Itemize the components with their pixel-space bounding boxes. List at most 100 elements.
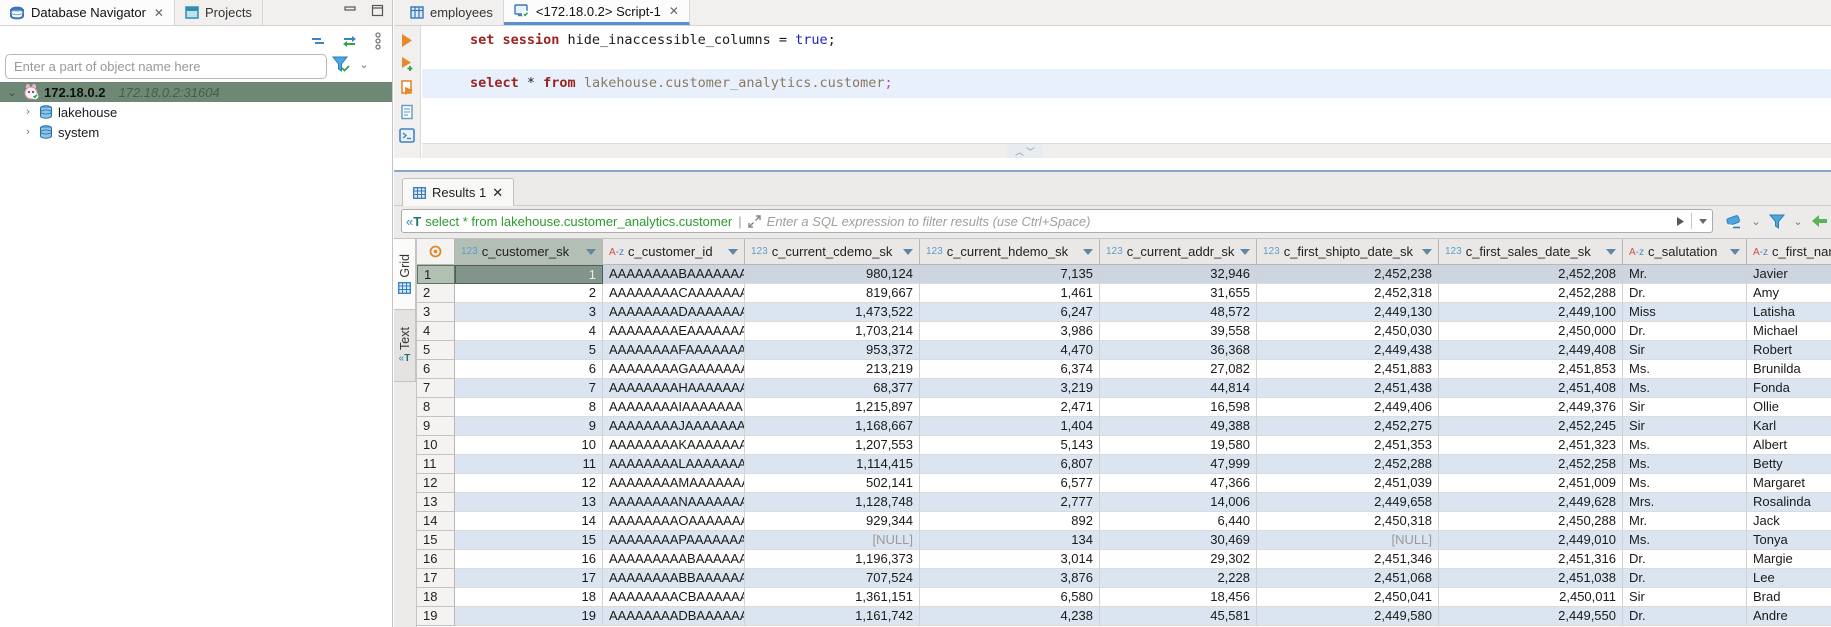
close-icon[interactable]: ✕: [492, 185, 503, 201]
column-header-c_salutation[interactable]: A-zc_salutation: [1623, 239, 1747, 265]
grid-cell[interactable]: 44,814: [1100, 379, 1257, 398]
grid-cell[interactable]: Fonda: [1747, 379, 1831, 398]
grid-cell[interactable]: 1,161,742: [745, 607, 920, 626]
grid-cell[interactable]: 1,168,667: [745, 417, 920, 436]
grid-cell[interactable]: 68,377: [745, 379, 920, 398]
sort-menu-icon[interactable]: [586, 249, 596, 255]
tab-script[interactable]: <172.18.0.2> Script-1 ✕: [504, 0, 690, 25]
grid-cell[interactable]: Dr.: [1623, 550, 1747, 569]
grid-cell[interactable]: Miss: [1623, 303, 1747, 322]
grid-cell[interactable]: 3,219: [920, 379, 1100, 398]
tree-item-system[interactable]: › system: [0, 122, 392, 142]
row-number-cell[interactable]: 1: [417, 265, 455, 284]
grid-cell[interactable]: 1,703,214: [745, 322, 920, 341]
grid-cell[interactable]: 6,577: [920, 474, 1100, 493]
grid-cell[interactable]: 2: [455, 284, 603, 303]
explain-plan-icon[interactable]: [400, 104, 415, 120]
grid-cell[interactable]: 2,471: [920, 398, 1100, 417]
grid-cell[interactable]: Dr.: [1623, 322, 1747, 341]
row-number-cell[interactable]: 5: [417, 341, 455, 360]
grid-cell[interactable]: Brunilda: [1747, 360, 1831, 379]
grid-cell[interactable]: 6,440: [1100, 512, 1257, 531]
grid-cell[interactable]: Tonya: [1747, 531, 1831, 550]
sort-menu-icon[interactable]: [1240, 249, 1250, 255]
column-header-c_first_name[interactable]: A-zc_first_name: [1747, 239, 1831, 265]
grid-cell[interactable]: 2,777: [920, 493, 1100, 512]
grid-cell[interactable]: Albert: [1747, 436, 1831, 455]
grid-cell[interactable]: 45,581: [1100, 607, 1257, 626]
grid-cell[interactable]: Sir: [1623, 588, 1747, 607]
grid-cell[interactable]: 2,449,628: [1439, 493, 1623, 512]
grid-cell[interactable]: Margie: [1747, 550, 1831, 569]
collapse-all-icon[interactable]: [310, 35, 325, 47]
grid-cell[interactable]: 1,114,415: [745, 455, 920, 474]
grid-cell[interactable]: 18: [455, 588, 603, 607]
grid-cell[interactable]: AAAAAAAAIAAAAAAA: [603, 398, 745, 417]
grid-cell[interactable]: Dr.: [1623, 284, 1747, 303]
grid-cell[interactable]: 6,580: [920, 588, 1100, 607]
filters-menu-icon[interactable]: [1769, 214, 1785, 229]
expand-filter-icon[interactable]: [748, 215, 761, 228]
chevron-down-icon[interactable]: ⌄: [1792, 215, 1804, 228]
grid-cell[interactable]: 2,451,353: [1257, 436, 1439, 455]
grid-cell[interactable]: 819,667: [745, 284, 920, 303]
minimize-panel-icon[interactable]: [344, 4, 357, 17]
grid-cell[interactable]: 502,141: [745, 474, 920, 493]
grid-cell[interactable]: 2,452,208: [1439, 265, 1623, 284]
grid-cell[interactable]: Sir: [1623, 341, 1747, 360]
grid-cell[interactable]: 27,082: [1100, 360, 1257, 379]
grid-cell[interactable]: Mr.: [1623, 265, 1747, 284]
grid-cell[interactable]: 2,452,288: [1257, 455, 1439, 474]
tab-employees[interactable]: employees: [400, 0, 504, 25]
grid-cell[interactable]: 2,449,408: [1439, 341, 1623, 360]
sort-menu-icon[interactable]: [1606, 249, 1616, 255]
grid-cell[interactable]: 5,143: [920, 436, 1100, 455]
link-with-editor-icon[interactable]: [341, 35, 358, 48]
grid-cell[interactable]: 16: [455, 550, 603, 569]
maximize-panel-icon[interactable]: [371, 4, 384, 17]
grid-cell[interactable]: 2,451,883: [1257, 360, 1439, 379]
grid-cell[interactable]: 36,368: [1100, 341, 1257, 360]
grid-cell[interactable]: 707,524: [745, 569, 920, 588]
grid-cell[interactable]: 3,876: [920, 569, 1100, 588]
grid-cell[interactable]: 2,450,288: [1439, 512, 1623, 531]
chevron-down-icon[interactable]: ⌄: [1750, 215, 1762, 228]
grid-cell[interactable]: 929,344: [745, 512, 920, 531]
grid-cell[interactable]: 4,238: [920, 607, 1100, 626]
close-icon[interactable]: ✕: [669, 4, 679, 18]
grid-cell[interactable]: Mr.: [1623, 512, 1747, 531]
grid-cell[interactable]: 7,135: [920, 265, 1100, 284]
grid-cell[interactable]: Amy: [1747, 284, 1831, 303]
grid-cell[interactable]: 1,207,553: [745, 436, 920, 455]
grid-cell[interactable]: 2,452,245: [1439, 417, 1623, 436]
grid-cell[interactable]: 2,450,000: [1439, 322, 1623, 341]
grid-cell[interactable]: AAAAAAAAJAAAAAAA: [603, 417, 745, 436]
grid-cell[interactable]: 11: [455, 455, 603, 474]
grid-cell[interactable]: 4,470: [920, 341, 1100, 360]
grid-cell[interactable]: AAAAAAAABAAAAAAA: [603, 265, 745, 284]
grid-cell[interactable]: Dr.: [1623, 607, 1747, 626]
grid-cell[interactable]: Ollie: [1747, 398, 1831, 417]
column-header-c_current_cdemo_sk[interactable]: 123c_current_cdemo_sk: [745, 239, 920, 265]
tab-text-view[interactable]: Text «T: [394, 310, 416, 382]
grid-cell[interactable]: 2,452,275: [1257, 417, 1439, 436]
row-number-cell[interactable]: 4: [417, 322, 455, 341]
tree-item-connection[interactable]: ⌄ 172.18.0.2 172.18.0.2:31604: [0, 82, 392, 102]
grid-cell[interactable]: 2,449,550: [1439, 607, 1623, 626]
row-number-cell[interactable]: 11: [417, 455, 455, 474]
grid-cell[interactable]: 1,215,897: [745, 398, 920, 417]
sort-menu-icon[interactable]: [1422, 249, 1432, 255]
grid-cell[interactable]: AAAAAAAAEAAAAAAA: [603, 322, 745, 341]
grid-cell[interactable]: 953,372: [745, 341, 920, 360]
grid-cell[interactable]: 9: [455, 417, 603, 436]
grid-cell[interactable]: Brad: [1747, 588, 1831, 607]
filter-history-icon[interactable]: [1698, 218, 1708, 225]
grid-cell[interactable]: 1,196,373: [745, 550, 920, 569]
grid-cell[interactable]: Ms.: [1623, 455, 1747, 474]
grid-cell[interactable]: 2,450,318: [1257, 512, 1439, 531]
row-number-cell[interactable]: 8: [417, 398, 455, 417]
grid-cell[interactable]: 2,452,318: [1257, 284, 1439, 303]
grid-cell[interactable]: AAAAAAAAGAAAAAAA: [603, 360, 745, 379]
grid-cell[interactable]: 213,219: [745, 360, 920, 379]
select-all-cell[interactable]: [417, 239, 455, 265]
